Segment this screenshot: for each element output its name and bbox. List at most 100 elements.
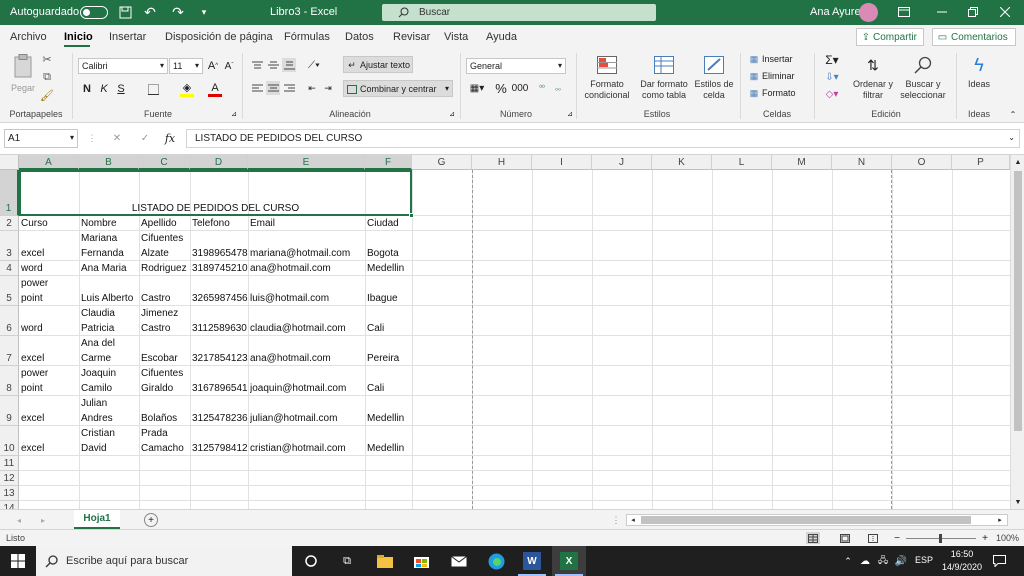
show-hidden-icons-icon[interactable]: ⌃ — [842, 555, 854, 567]
increase-font-icon[interactable]: A ^ — [206, 58, 220, 74]
currency-icon[interactable]: ▦▾ — [467, 81, 487, 95]
column-header-o[interactable]: O — [892, 155, 952, 170]
data-cell[interactable]: joaquin@hotmail.com — [250, 381, 365, 396]
network-icon[interactable]: 🖧 — [876, 555, 890, 567]
header-cell[interactable]: Nombre — [81, 216, 139, 231]
orientation-icon[interactable]: ⟋▾ — [305, 58, 323, 72]
data-cell[interactable]: 3265987456 — [192, 291, 248, 306]
column-header-a[interactable]: A — [19, 155, 79, 170]
align-center-icon[interactable] — [266, 81, 280, 95]
windows-start-icon[interactable] — [10, 553, 26, 569]
wrap-text-button[interactable]: ↵ Ajustar texto — [343, 56, 413, 73]
column-header-h[interactable]: H — [472, 155, 532, 170]
collapse-ribbon-icon[interactable]: ⌃ — [1008, 109, 1018, 119]
row-header-3[interactable]: 3 — [0, 231, 19, 261]
data-cell[interactable]: 3217854123 — [192, 351, 248, 366]
underline-icon[interactable]: S — [114, 81, 128, 97]
increase-decimal-icon[interactable]: ⁰⁰ — [535, 81, 549, 95]
tab-insertar[interactable]: Insertar — [109, 31, 146, 43]
spreadsheet-grid[interactable]: ABCDEFGHIJKLMNOP 1 2 3 4 5 6 7 8 9 10 11 12 13 14 LIS… — [0, 155, 1024, 509]
scroll-down-icon[interactable]: ▼ — [1013, 497, 1023, 507]
delete-cells-button[interactable]: ▦ Eliminar — [746, 70, 808, 84]
data-cell[interactable]: 3189745210 — [192, 261, 248, 276]
data-cell[interactable]: Bolaños — [141, 411, 190, 426]
cortana-icon[interactable] — [304, 554, 318, 568]
align-middle-icon[interactable] — [266, 58, 280, 72]
cut-icon[interactable]: ✂ — [40, 52, 54, 66]
row-header-8[interactable]: 8 — [0, 366, 19, 396]
ideas-button[interactable]: ϟ Ideas — [960, 53, 998, 105]
data-cell[interactable]: Medellin — [367, 261, 412, 276]
thousands-icon[interactable]: 000 — [510, 81, 530, 95]
customize-qat-icon[interactable]: ▾ — [198, 4, 210, 20]
word-icon[interactable]: W — [523, 552, 541, 570]
decrease-decimal-icon[interactable]: ₀₀ — [551, 81, 565, 95]
data-cell[interactable]: word — [21, 321, 79, 336]
close-icon[interactable] — [998, 5, 1012, 19]
data-cell[interactable]: excel — [21, 246, 79, 261]
row-header-13[interactable]: 13 — [0, 486, 19, 501]
tab-revisar[interactable]: Revisar — [393, 31, 430, 43]
column-header-k[interactable]: K — [652, 155, 712, 170]
data-cell[interactable]: Cristian David — [81, 426, 139, 456]
cell-styles-button[interactable]: Estilos de celda — [692, 53, 736, 105]
zoom-out-icon[interactable]: − — [892, 532, 902, 544]
percent-icon[interactable]: % — [494, 80, 508, 96]
zoom-slider-thumb[interactable] — [939, 534, 942, 543]
data-cell[interactable]: power point — [21, 366, 79, 396]
tab-inicio[interactable]: Inicio — [64, 31, 93, 43]
data-cell[interactable]: Ibague — [367, 291, 412, 306]
data-cell[interactable]: mariana@hotmail.com — [250, 246, 365, 261]
tab-vista[interactable]: Vista — [444, 31, 468, 43]
store-icon[interactable] — [412, 553, 430, 569]
data-cell[interactable]: Cifuentes Alzate — [141, 231, 190, 261]
zoom-in-icon[interactable]: + — [980, 532, 990, 544]
data-cell[interactable]: Bogota — [367, 246, 412, 261]
data-cell[interactable]: Cifuentes Giraldo — [141, 366, 190, 396]
tab-datos[interactable]: Datos — [345, 31, 374, 43]
align-top-icon[interactable] — [250, 58, 264, 72]
ribbon-display-icon[interactable] — [897, 5, 911, 19]
minimize-icon[interactable] — [935, 5, 949, 19]
scroll-left-icon[interactable]: ◂ — [628, 515, 638, 525]
align-left-icon[interactable] — [250, 81, 264, 95]
file-explorer-icon[interactable] — [376, 553, 394, 569]
align-right-icon[interactable] — [282, 81, 296, 95]
next-sheet-icon[interactable]: ▸ — [38, 514, 48, 526]
data-cell[interactable]: 3125798412 — [192, 441, 248, 456]
restore-icon[interactable] — [966, 5, 980, 19]
header-cell[interactable]: Ciudad — [367, 216, 412, 231]
scroll-up-icon[interactable]: ▲ — [1013, 157, 1023, 167]
column-header-p[interactable]: P — [952, 155, 1010, 170]
row-header-14[interactable]: 14 — [0, 501, 19, 509]
header-cell[interactable]: Apellido — [141, 216, 190, 231]
align-bottom-icon[interactable] — [282, 58, 296, 72]
merge-center-button[interactable]: Combinar y centrar ▾ — [343, 80, 453, 97]
scroll-thumb[interactable] — [641, 516, 971, 524]
page-layout-icon[interactable] — [838, 532, 852, 544]
insert-function-icon[interactable]: fx — [163, 131, 177, 145]
language-indicator[interactable]: ESP — [915, 555, 933, 565]
data-cell[interactable]: claudia@hotmail.com — [250, 321, 365, 336]
insert-cells-button[interactable]: ▦ Insertar — [746, 53, 808, 67]
tab-disposicion[interactable]: Disposición de página — [165, 31, 273, 43]
sort-filter-button[interactable]: ⇅ Ordenar y filtrar — [850, 53, 896, 105]
data-cell[interactable]: Mariana Fernanda — [81, 231, 139, 261]
row-header-9[interactable]: 9 — [0, 396, 19, 426]
fill-handle[interactable] — [409, 213, 414, 218]
column-header-d[interactable]: D — [190, 155, 248, 170]
format-as-table-button[interactable]: Dar formato como tabla — [636, 53, 692, 105]
format-cells-button[interactable]: ▦ Formato — [746, 87, 808, 101]
onedrive-icon[interactable]: ☁ — [858, 555, 872, 567]
data-cell[interactable]: Claudia Patricia — [81, 306, 139, 336]
row-header-4[interactable]: 4 — [0, 261, 19, 276]
task-view-icon[interactable]: ⧉ — [340, 554, 354, 568]
borders-icon[interactable] — [146, 81, 160, 97]
bold-icon[interactable]: N — [80, 81, 94, 97]
data-cell[interactable]: excel — [21, 351, 79, 366]
decrease-font-icon[interactable]: Aˇ — [222, 58, 236, 74]
scroll-thumb[interactable] — [1014, 171, 1022, 431]
data-cell[interactable]: Prada Camacho — [141, 426, 190, 456]
column-header-l[interactable]: L — [712, 155, 772, 170]
number-format-select[interactable]: General ▾ — [466, 58, 566, 74]
